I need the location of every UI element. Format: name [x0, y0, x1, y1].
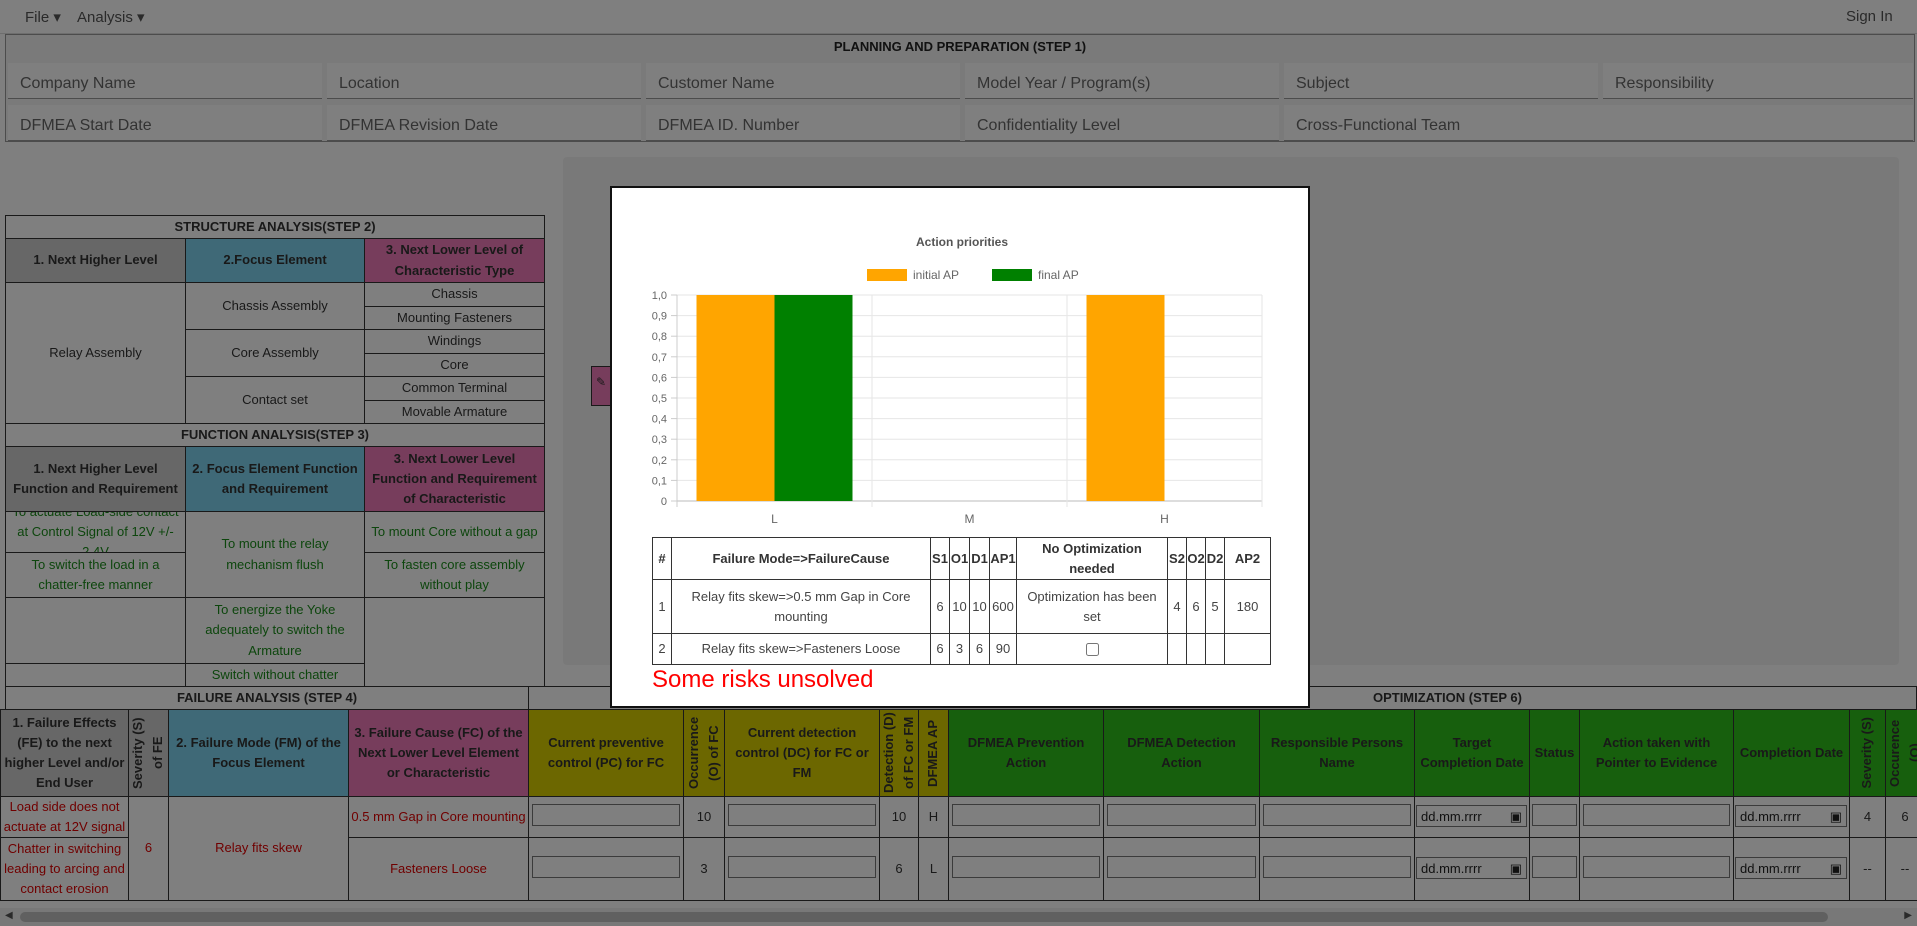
summary-header-cell: AP2: [1224, 537, 1271, 580]
summary-cell: 600: [989, 579, 1017, 634]
summary-cell: [1016, 633, 1168, 665]
no-optimization-checkbox[interactable]: [1085, 642, 1099, 656]
y-tick-label: 0,2: [652, 455, 667, 467]
y-tick-label: 0,6: [652, 372, 667, 384]
chart-legend: initial AP final AP: [867, 268, 1079, 282]
summary-header-cell: S1: [930, 537, 950, 580]
legend-swatch-1[interactable]: [992, 269, 1032, 281]
summary-cell: [1224, 633, 1271, 665]
summary-cell: 90: [989, 633, 1017, 665]
summary-cell: 4: [1167, 579, 1187, 634]
summary-cell: 180: [1224, 579, 1271, 634]
summary-table: # Failure Mode=>FailureCause S1 O1 D1 AP1 No O…: [652, 537, 1271, 665]
summary-cell: 3: [949, 633, 970, 665]
summary-header-cell: #: [652, 537, 672, 580]
chart-x-axis: LMH: [771, 512, 1169, 526]
summary-cell: 1: [652, 579, 672, 634]
x-tick-label: L: [771, 512, 778, 526]
y-tick-label: 0,5: [652, 393, 667, 405]
summary-header-cell: No Optimization needed: [1016, 537, 1168, 580]
summary-cell: [1205, 633, 1225, 665]
y-tick-label: 0,8: [652, 331, 667, 343]
y-tick-label: 0,1: [652, 475, 667, 487]
summary-header-cell: Failure Mode=>FailureCause: [671, 537, 931, 580]
bar-final-AP-L[interactable]: [774, 295, 853, 501]
summary-cell: 6: [1186, 579, 1206, 634]
summary-cell: [1167, 633, 1187, 665]
y-tick-label: 0,3: [652, 434, 667, 446]
summary-header-cell: D2: [1205, 537, 1225, 580]
legend-label-1[interactable]: final AP: [1038, 268, 1079, 282]
summary-cell: [1186, 633, 1206, 665]
summary-header-cell: O1: [949, 537, 970, 580]
bar-initial-AP-H[interactable]: [1086, 295, 1165, 501]
summary-cell: 2: [652, 633, 672, 665]
y-tick-label: 0,4: [652, 414, 667, 426]
x-tick-label: H: [1160, 512, 1169, 526]
summary-cell: Relay fits skew=>0.5 mm Gap in Core moun…: [671, 579, 931, 634]
summary-cell: Relay fits skew=>Fasteners Loose: [671, 633, 931, 665]
action-priorities-chart: Action priorities initial AP final AP 0 0,…: [652, 235, 1263, 526]
summary-cell: 6: [969, 633, 990, 665]
summary-cell: Optimization has been set: [1016, 579, 1168, 634]
y-tick-label: 1,0: [652, 290, 667, 302]
summary-header-cell: D1: [969, 537, 990, 580]
summary-cell: 10: [949, 579, 970, 634]
action-priorities-modal: Action priorities initial AP final AP 0 0,…: [610, 186, 1310, 708]
summary-cell: 6: [930, 579, 950, 634]
legend-label-0[interactable]: initial AP: [913, 268, 959, 282]
chart-y-axis: 0 0,1 0,2 0,3 0,4 0,5 0,6 0,7 0,8 0,9 1,0: [652, 290, 677, 508]
chart-title: Action priorities: [916, 235, 1008, 249]
bar-initial-AP-L[interactable]: [696, 295, 775, 501]
summary-cell: 6: [930, 633, 950, 665]
summary-header-cell: AP1: [989, 537, 1017, 580]
summary-header-cell: O2: [1186, 537, 1206, 580]
y-tick-label: 0,7: [652, 352, 667, 364]
y-tick-label: 0,9: [652, 311, 667, 323]
summary-cell: 5: [1205, 579, 1225, 634]
summary-header-cell: S2: [1167, 537, 1187, 580]
summary-cell: 10: [969, 579, 990, 634]
legend-swatch-0[interactable]: [867, 269, 907, 281]
y-tick-label: 0: [661, 496, 667, 508]
x-tick-label: M: [965, 512, 975, 526]
risks-warning: Some risks unsolved: [652, 666, 874, 693]
